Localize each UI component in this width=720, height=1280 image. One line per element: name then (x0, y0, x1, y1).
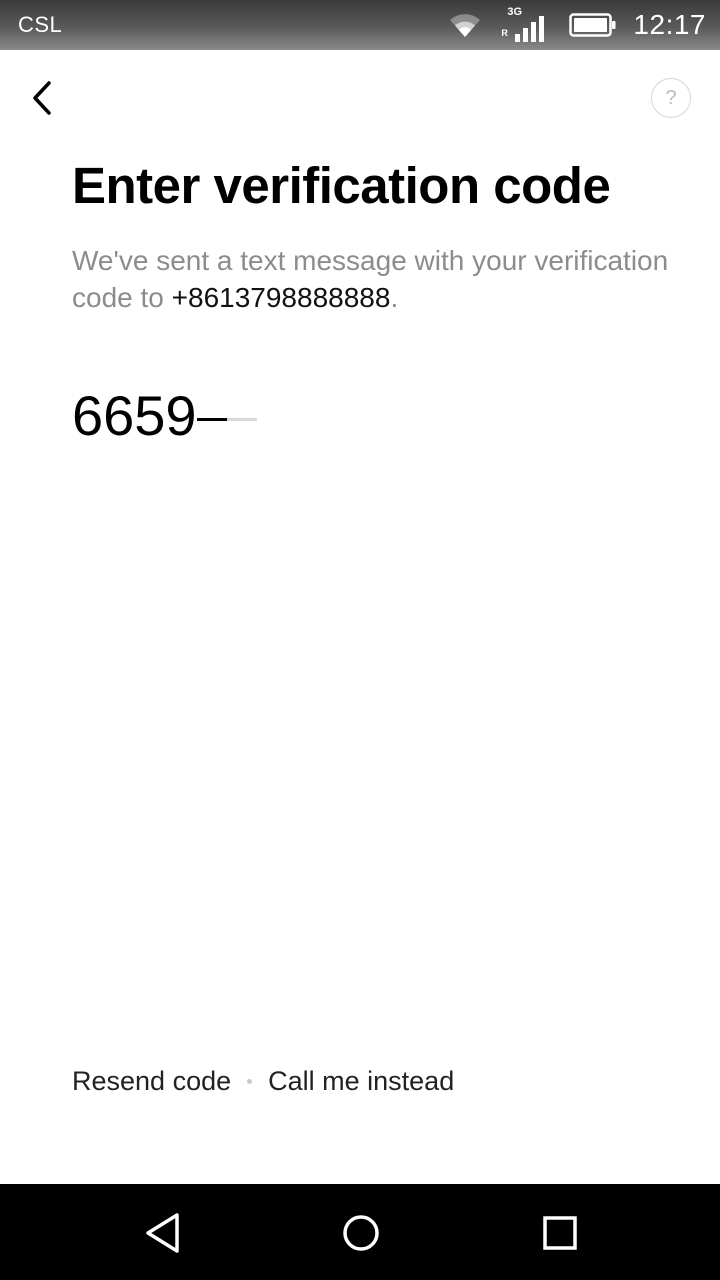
carrier-name: CSL (18, 12, 63, 37)
back-button[interactable] (18, 70, 66, 126)
nav-recents-button[interactable] (535, 1208, 585, 1258)
call-me-link[interactable]: Call me instead (268, 1066, 454, 1097)
nav-home-icon (343, 1215, 379, 1251)
nav-recents-icon (543, 1216, 577, 1250)
code-digits: 6659 (72, 383, 197, 447)
status-clock: 12:17 (633, 9, 706, 40)
description-suffix: . (390, 282, 399, 313)
navigation-bar (0, 1184, 720, 1280)
wifi-icon (450, 14, 481, 37)
status-bar: CSL 3G R 12:17 (0, 0, 720, 50)
nav-back-button[interactable] (138, 1208, 188, 1258)
nav-back-icon (146, 1213, 179, 1253)
cellular-signal: 3G R (501, 6, 547, 42)
status-icons: 3G R 12:17 (447, 0, 706, 50)
resend-code-link[interactable]: Resend code (72, 1066, 231, 1097)
roaming-indicator: R (501, 28, 508, 38)
separator-dot (247, 1079, 253, 1084)
verification-description: We've sent a text message with your veri… (72, 242, 672, 316)
chevron-left-icon (33, 81, 51, 115)
code-cursor (196, 417, 227, 421)
help-icon: ? (665, 86, 677, 109)
battery-icon (569, 13, 616, 37)
verification-code-input[interactable]: 6659 (72, 380, 257, 450)
help-button[interactable]: ? (651, 78, 691, 118)
page-title: Enter verification code (72, 157, 611, 214)
nav-home-button[interactable] (336, 1208, 386, 1258)
code-empty-slot (226, 417, 257, 421)
code-actions: Resend code Call me instead (72, 1066, 454, 1097)
phone-number: +8613798888888 (171, 282, 391, 313)
signal-icon (515, 16, 545, 42)
